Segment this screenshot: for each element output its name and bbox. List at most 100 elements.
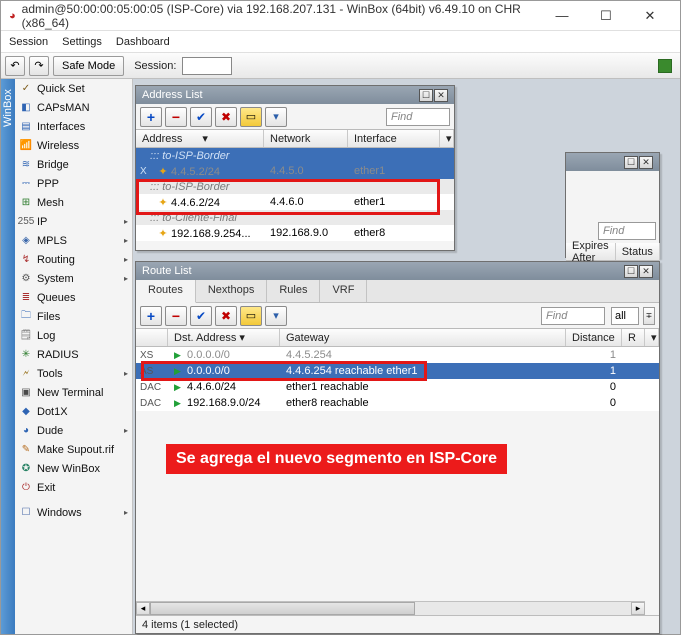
scroll-thumb[interactable] — [150, 602, 415, 615]
enable-button[interactable]: ✔ — [190, 107, 212, 127]
bg-restore-button[interactable]: ☐ — [624, 156, 638, 169]
comment-button[interactable]: ▭ — [240, 306, 262, 326]
col-network[interactable]: Network — [264, 130, 348, 147]
sidebar-item-windows[interactable]: ☐Windows▸ — [15, 503, 132, 522]
menu-settings[interactable]: Settings — [62, 36, 102, 48]
route-row[interactable]: XS▶ 0.0.0.0/04.4.5.2541 — [136, 347, 659, 363]
addr-close-button[interactable]: ✕ — [434, 89, 448, 102]
window-titlebar-bg[interactable]: ☐ ✕ — [566, 153, 659, 171]
col-expires[interactable]: Expires After — [566, 243, 616, 260]
col-status[interactable]: Status — [616, 243, 660, 260]
sidebar-item-radius[interactable]: ✳RADIUS — [15, 345, 132, 364]
route-row[interactable]: DAC▶ 4.4.6.0/24ether1 reachable0 — [136, 379, 659, 395]
sidebar-item-queues[interactable]: ≣Queues — [15, 288, 132, 307]
sidebar-item-files[interactable]: 🗀Files — [15, 307, 132, 326]
sidebar-item-routing[interactable]: ↯Routing▸ — [15, 250, 132, 269]
address-list-window[interactable]: Address List ☐ ✕ + − ✔ ✖ ▭ ▾ Find Addres… — [135, 85, 455, 251]
bg-close-button[interactable]: ✕ — [639, 156, 653, 169]
tab-vrf[interactable]: VRF — [320, 280, 367, 302]
close-button[interactable]: ✕ — [628, 1, 672, 31]
session-input[interactable] — [182, 57, 232, 75]
submenu-icon: ▸ — [124, 255, 128, 264]
sidebar-item-exit[interactable]: ⏻Exit — [15, 478, 132, 497]
route-scope-select[interactable]: all — [611, 307, 639, 325]
sidebar-item-bridge[interactable]: ≋Bridge — [15, 155, 132, 174]
address-group[interactable]: ::: to-ISP-Border — [136, 179, 454, 194]
route-row[interactable]: AS▶ 0.0.0.0/04.4.6.254 reachable ether11 — [136, 363, 659, 379]
sidebar-item-mpls[interactable]: ◈MPLS▸ — [15, 231, 132, 250]
address-row[interactable]: ✦ 192.168.9.254...192.168.9.0ether8 — [136, 225, 454, 241]
sidebar-item-make-supout-rif[interactable]: ✎Make Supout.rif — [15, 440, 132, 459]
sidebar-item-dude[interactable]: ◕Dude▸ — [15, 421, 132, 440]
winbox-tab[interactable]: WinBox — [1, 79, 15, 634]
filter-button[interactable]: ▾ — [265, 107, 287, 127]
sidebar-item-log[interactable]: 🗒Log — [15, 326, 132, 345]
remove-button[interactable]: − — [165, 306, 187, 326]
safemode-button[interactable]: Safe Mode — [53, 56, 124, 76]
addr-find-input[interactable]: Find — [386, 108, 450, 126]
sidebar-item-ppp[interactable]: ⎓PPP — [15, 174, 132, 193]
sidebar-item-quick-set[interactable]: ✓Quick Set — [15, 79, 132, 98]
route-restore-button[interactable]: ☐ — [624, 265, 638, 278]
sidebar-item-mesh[interactable]: ⊞Mesh — [15, 193, 132, 212]
enable-button[interactable]: ✔ — [190, 306, 212, 326]
sidebar-item-interfaces[interactable]: ▤Interfaces — [15, 117, 132, 136]
scroll-left-button[interactable]: ◂ — [136, 602, 150, 615]
route-titlebar[interactable]: Route List ☐ ✕ — [136, 262, 659, 280]
address-row[interactable]: X✦ 4.4.5.2/244.4.5.0ether1 — [136, 163, 454, 179]
tab-nexthops[interactable]: Nexthops — [196, 280, 267, 302]
add-button[interactable]: + — [140, 306, 162, 326]
disable-button[interactable]: ✖ — [215, 107, 237, 127]
col-gateway[interactable]: Gateway — [280, 329, 566, 346]
scroll-track[interactable] — [150, 602, 631, 615]
route-row[interactable]: DAC▶ 192.168.9.0/24ether8 reachable0 — [136, 395, 659, 411]
address-icon: ✦ — [158, 196, 168, 209]
minimize-button[interactable]: — — [540, 1, 584, 31]
undo-button[interactable]: ↶ — [5, 56, 25, 76]
sidebar-item-ip[interactable]: 255IP▸ — [15, 212, 132, 231]
bg-find-input[interactable]: Find — [598, 222, 656, 240]
col-address[interactable]: Address▾ — [136, 130, 264, 147]
col-interface[interactable]: Interface — [348, 130, 440, 147]
sidebar-item-new-winbox[interactable]: ✪New WinBox — [15, 459, 132, 478]
col-r[interactable]: R — [622, 329, 645, 346]
sidebar-item-dot1x[interactable]: ◆Dot1X — [15, 402, 132, 421]
remove-button[interactable]: − — [165, 107, 187, 127]
address-group[interactable]: ::: to-Cliente-Final — [136, 210, 454, 225]
route-find-input[interactable]: Find — [541, 307, 605, 325]
sidebar-label: Windows — [37, 507, 82, 519]
sidebar-item-new-terminal[interactable]: ▣New Terminal — [15, 383, 132, 402]
sidebar-label: Make Supout.rif — [37, 444, 114, 456]
route-scope-dropdown[interactable]: ∓ — [643, 307, 655, 325]
route-close-button[interactable]: ✕ — [639, 265, 653, 278]
sidebar-item-wireless[interactable]: 📶Wireless — [15, 136, 132, 155]
col-flags[interactable] — [136, 329, 168, 346]
col-more[interactable]: ▾ — [440, 130, 454, 147]
sidebar-item-tools[interactable]: 🗲Tools▸ — [15, 364, 132, 383]
background-window[interactable]: ☐ ✕ Find Expires After Status — [565, 152, 660, 258]
disable-button[interactable]: ✖ — [215, 306, 237, 326]
menu-dashboard[interactable]: Dashboard — [116, 36, 170, 48]
addr-titlebar[interactable]: Address List ☐ ✕ — [136, 86, 454, 104]
col-distance[interactable]: Distance — [566, 329, 622, 346]
col-dst[interactable]: Dst. Address ▾ — [168, 329, 280, 346]
submenu-icon: ▸ — [124, 236, 128, 245]
sidebar-item-system[interactable]: ⚙System▸ — [15, 269, 132, 288]
addr-restore-button[interactable]: ☐ — [419, 89, 433, 102]
maximize-button[interactable]: ☐ — [584, 1, 628, 31]
horizontal-scrollbar[interactable]: ◂ ▸ — [136, 601, 645, 615]
scroll-right-button[interactable]: ▸ — [631, 602, 645, 615]
sidebar-item-capsman[interactable]: ◧CAPsMAN — [15, 98, 132, 117]
redo-button[interactable]: ↷ — [29, 56, 49, 76]
submenu-icon: ▸ — [124, 369, 128, 378]
route-list-window[interactable]: Route List ☐ ✕ Routes Nexthops Rules VRF… — [135, 261, 660, 634]
address-group[interactable]: ::: to-ISP-Border — [136, 148, 454, 163]
comment-button[interactable]: ▭ — [240, 107, 262, 127]
address-row[interactable]: ✦ 4.4.6.2/244.4.6.0ether1 — [136, 194, 454, 210]
tab-routes[interactable]: Routes — [136, 280, 196, 303]
add-button[interactable]: + — [140, 107, 162, 127]
col-more[interactable]: ▾ — [645, 329, 659, 346]
tab-rules[interactable]: Rules — [267, 280, 320, 302]
menu-session[interactable]: Session — [9, 36, 48, 48]
filter-button[interactable]: ▾ — [265, 306, 287, 326]
